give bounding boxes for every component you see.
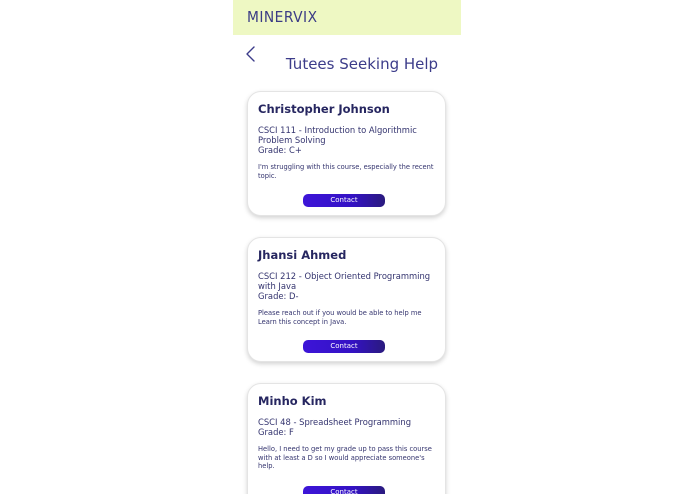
phone-screen: MINERVIX Tutees Seeking Help Christopher… — [233, 0, 461, 494]
contact-button[interactable]: Contact — [303, 486, 385, 494]
top-bar: MINERVIX — [233, 0, 461, 35]
tutee-grade: Grade: C+ — [258, 145, 302, 155]
page-title: Tutees Seeking Help — [285, 55, 439, 73]
tutee-message: Please reach out if you would be able to… — [258, 309, 422, 326]
tutee-course: CSCI 111 - Introduction to Algorithmic P… — [258, 125, 417, 145]
app-logo[interactable]: MINERVIX — [247, 8, 318, 26]
tutee-message: Hello, I need to get my grade up to pass… — [258, 445, 432, 470]
tutee-card: Jhansi Ahmed CSCI 212 - Object Oriented … — [247, 237, 446, 362]
contact-button[interactable]: Contact — [303, 340, 385, 353]
tutee-card: Christopher Johnson CSCI 111 - Introduct… — [247, 91, 446, 216]
tutee-course: CSCI 48 - Spreadsheet Programming — [258, 417, 412, 427]
tutee-course: CSCI 212 - Object Oriented Programming w… — [258, 271, 431, 291]
tutee-message: I'm struggling with this course, especia… — [258, 163, 434, 180]
tutee-name: Jhansi Ahmed — [258, 248, 347, 262]
tutee-card: Minho Kim CSCI 48 - Spreadsheet Programm… — [247, 383, 446, 494]
tutee-name: Christopher Johnson — [258, 102, 390, 116]
contact-button[interactable]: Contact — [303, 194, 385, 207]
tutee-name: Minho Kim — [258, 394, 327, 408]
tutee-grade: Grade: D- — [258, 291, 299, 301]
tutee-grade: Grade: F — [258, 427, 294, 437]
